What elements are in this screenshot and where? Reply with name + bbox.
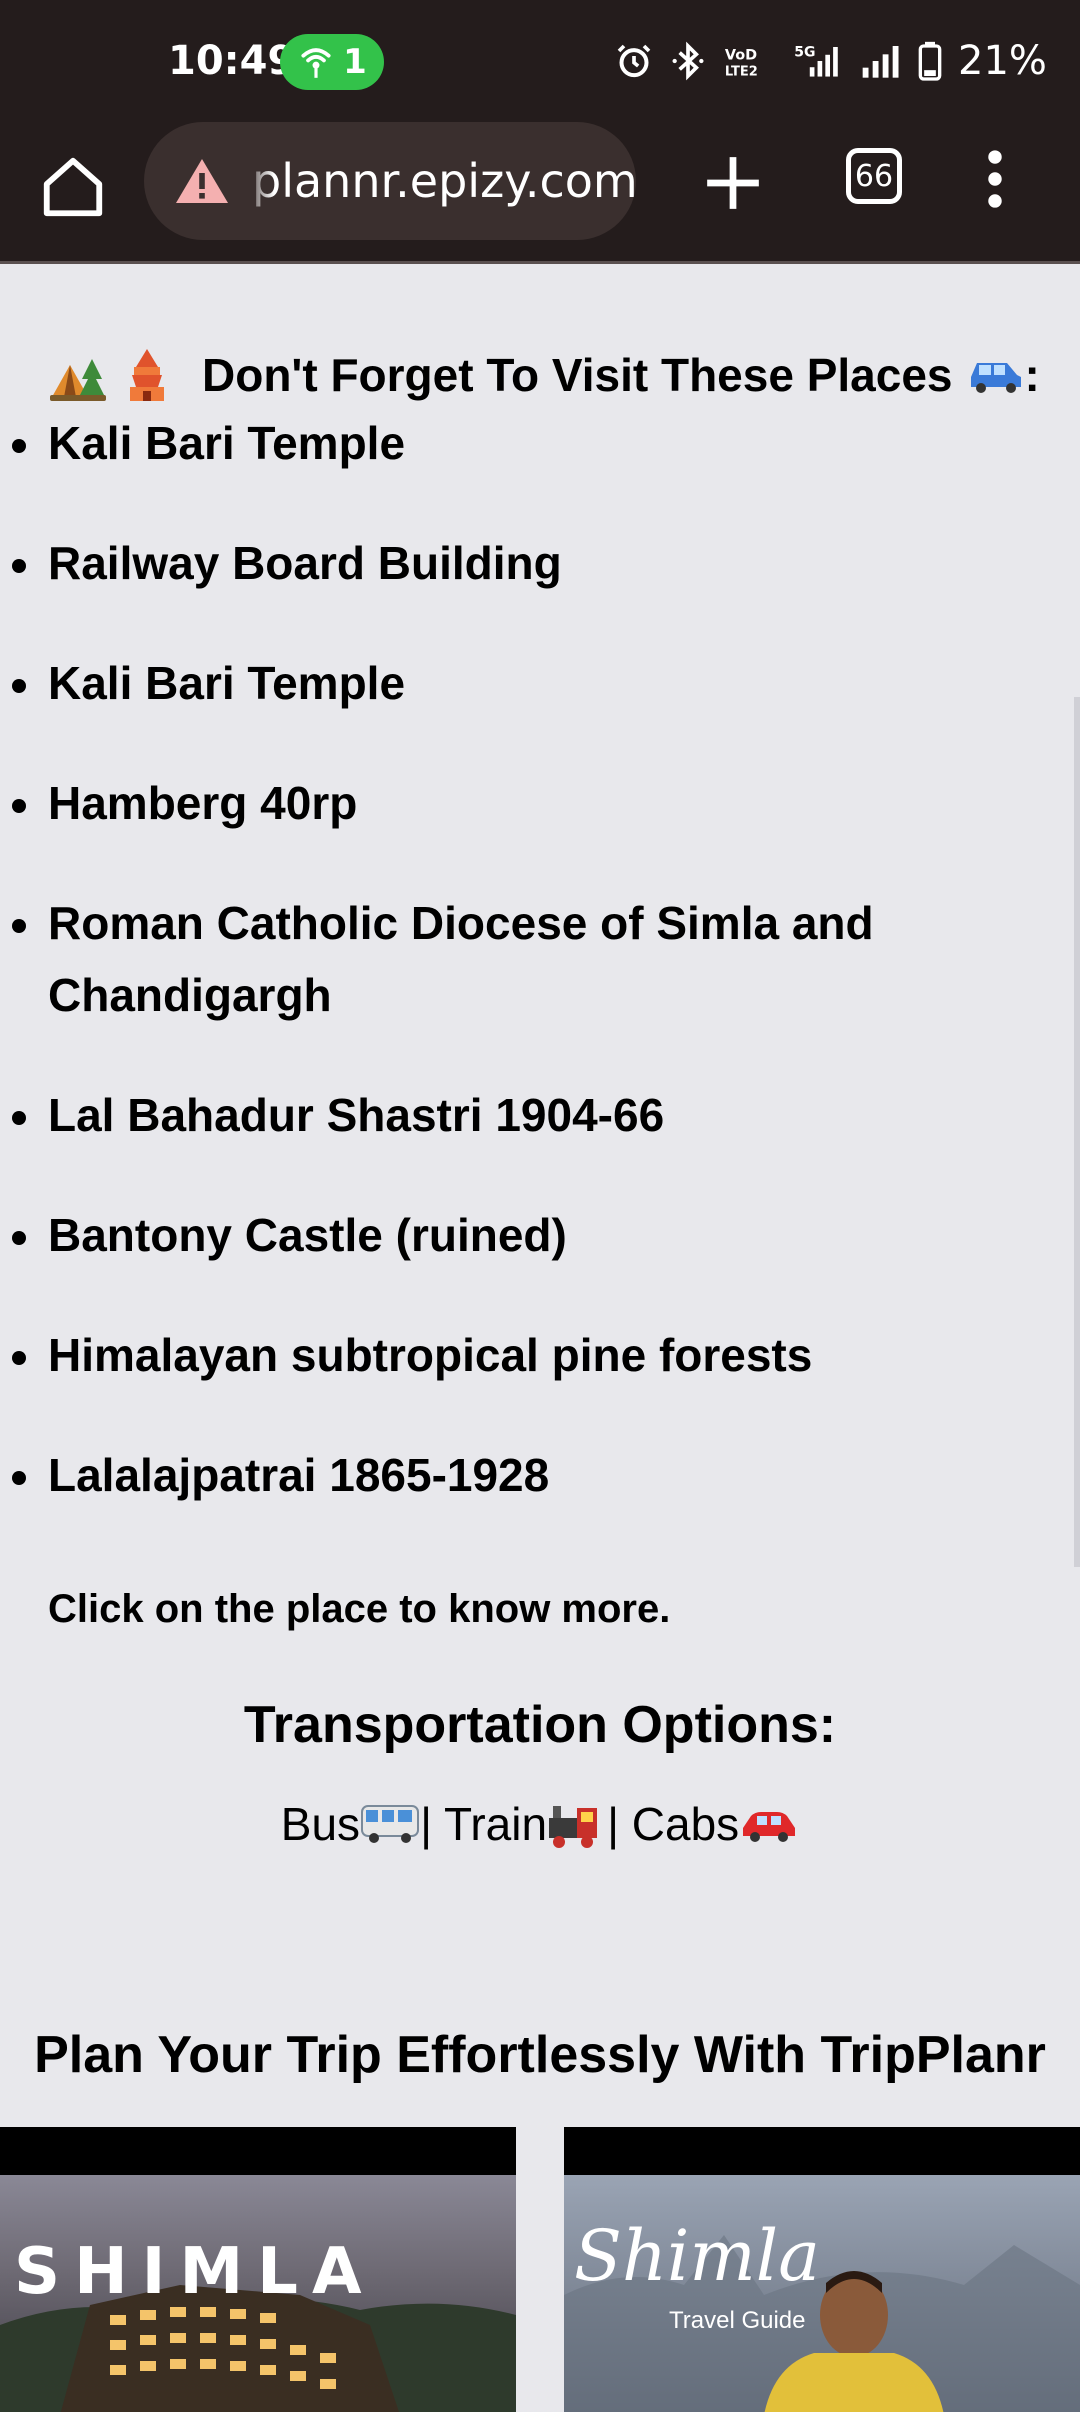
status-bar: 10:49 1 VoD LTE2 5G 21% — [0, 0, 1080, 122]
url-text[interactable]: plannr.epizy.com — [252, 154, 636, 208]
temple-icon — [130, 349, 164, 401]
visit-heading: Don't Forget To Visit These Places : — [48, 345, 1040, 405]
place-item[interactable]: Lal Bahadur Shastri 1904-66 — [0, 1079, 1060, 1151]
battery-icon — [918, 41, 942, 81]
bluetooth-icon — [672, 41, 704, 81]
place-item[interactable]: Kali Bari Temple — [0, 647, 1060, 719]
status-icons: VoD LTE2 5G 21% — [614, 36, 1047, 86]
bus-icon — [361, 1805, 420, 1843]
thumbnail-title: SHIMLA — [14, 2235, 376, 2309]
hotspot-icon — [301, 48, 331, 78]
plan-heading: Plan Your Trip Effortlessly With TripPla… — [34, 2026, 1046, 2084]
place-item[interactable]: Kali Bari Temple — [0, 407, 1060, 479]
url-fade — [244, 122, 274, 240]
place-item[interactable]: Railway Board Building — [0, 527, 1060, 599]
thumbnail-image: Shimla Travel Guide — [564, 2175, 1080, 2412]
tab-count: 66 — [854, 158, 894, 194]
signal-icon — [862, 46, 899, 78]
hotspot-count: 1 — [343, 42, 367, 82]
visit-heading-colon: : — [1024, 349, 1040, 401]
svg-text:LTE2: LTE2 — [725, 64, 758, 79]
thumbnail-image: SHIMLA — [0, 2175, 516, 2412]
status-time: 10:49 — [168, 38, 296, 84]
svg-text:5G: 5G — [794, 44, 815, 60]
transport-bus-label: Bus — [280, 1798, 361, 1850]
camping-icon — [50, 359, 106, 401]
alarm-icon — [617, 44, 651, 78]
5g-signal-icon: 5G — [794, 44, 838, 77]
place-item[interactable]: Hamberg 40rp — [0, 767, 1060, 839]
battery-percent: 21% — [958, 38, 1047, 84]
car-icon — [970, 363, 1021, 393]
warning-icon[interactable] — [174, 156, 230, 206]
places-list: Kali Bari Temple Railway Board Building … — [0, 407, 1060, 1559]
transport-cabs-label: | Cabs — [607, 1798, 740, 1850]
scrollbar[interactable] — [1074, 697, 1080, 1567]
thumbnail-title: Shimla — [574, 2215, 820, 2297]
transport-options: Bus | Train | Cabs — [0, 1797, 1080, 1851]
overflow-menu-icon[interactable] — [980, 148, 1010, 210]
video-thumbnail-shimla[interactable]: SHIMLA — [0, 2127, 516, 2412]
thumbnail-subtitle: Travel Guide — [669, 2307, 806, 2334]
place-item[interactable]: Lalalajpatrai 1865-1928 — [0, 1439, 1060, 1511]
address-bar[interactable]: plannr.epizy.com — [144, 122, 636, 240]
place-item[interactable]: Bantony Castle (ruined) — [0, 1199, 1060, 1271]
svg-text:VoD: VoD — [725, 48, 757, 64]
car-icon — [743, 1812, 796, 1842]
home-icon[interactable] — [38, 152, 108, 222]
new-tab-icon[interactable] — [702, 152, 764, 214]
train-icon — [549, 1806, 598, 1848]
visit-heading-text: Don't Forget To Visit These Places — [202, 349, 953, 401]
page-content: Don't Forget To Visit These Places : Kal… — [0, 267, 1080, 2412]
transport-train-label: | Train — [420, 1798, 548, 1850]
place-item[interactable]: Roman Catholic Diocese of Simla and Chan… — [0, 887, 900, 1031]
click-hint: Click on the place to know more. — [48, 1587, 671, 1631]
tab-switcher-button[interactable]: 66 — [846, 148, 902, 204]
hotspot-indicator: 1 — [280, 34, 384, 90]
place-item[interactable]: Himalayan subtropical pine forests — [0, 1319, 1060, 1391]
transport-heading: Transportation Options: — [243, 1696, 837, 1754]
volte-icon: VoD LTE2 — [725, 48, 758, 80]
video-thumbnail-travel-guide[interactable]: Shimla Travel Guide — [564, 2127, 1080, 2412]
browser-toolbar: plannr.epizy.com 66 — [0, 122, 1080, 264]
